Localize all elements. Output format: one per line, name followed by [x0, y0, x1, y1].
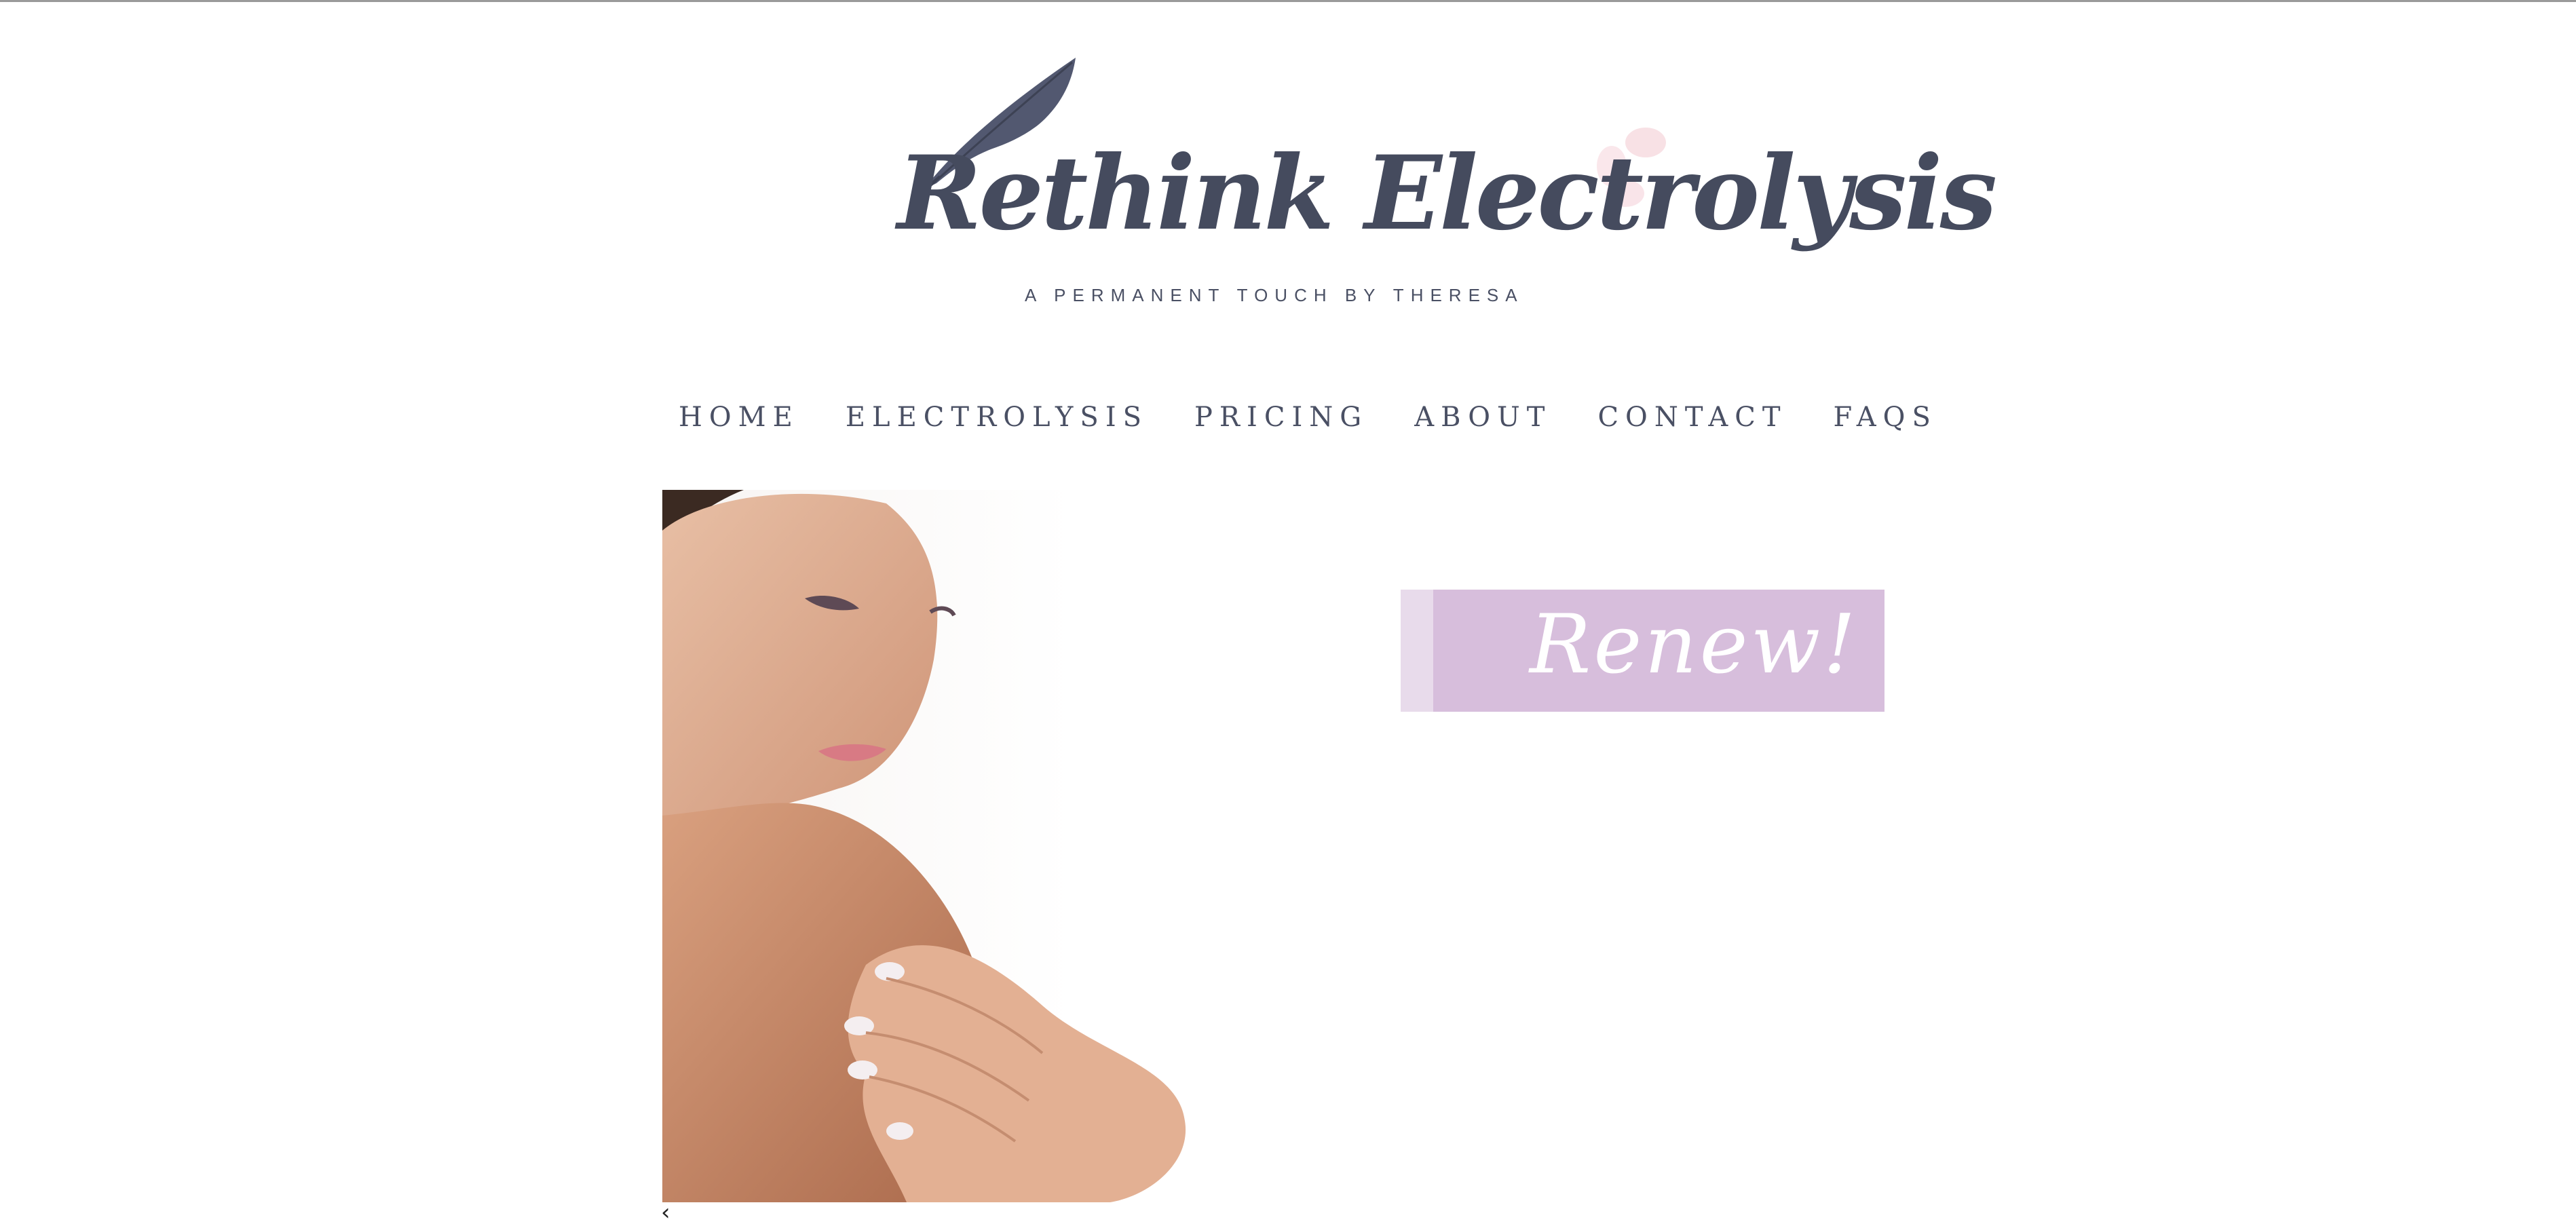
- nav-contact[interactable]: CONTACT: [1597, 402, 1787, 433]
- renew-banner: Renew!: [1401, 590, 1884, 712]
- page: Rethink Electrolysis A PERMANENT TOUCH B…: [0, 0, 2576, 1224]
- nav-electrolysis[interactable]: ELECTROLYSIS: [846, 402, 1148, 433]
- banner-stripe: [1401, 590, 1433, 712]
- logo-tagline: A PERMANENT TOUCH BY THERESA: [1025, 285, 1524, 305]
- nav-home[interactable]: HOME: [679, 402, 799, 433]
- top-border: [0, 0, 2576, 2]
- logo-title: Rethink Electrolysis: [897, 134, 1997, 253]
- renew-text: Renew!: [1530, 598, 1859, 692]
- site-logo[interactable]: Rethink Electrolysis A PERMANENT TOUCH B…: [882, 54, 1997, 319]
- main-nav: HOME ELECTROLYSIS PRICING ABOUT CONTACT …: [679, 397, 1937, 438]
- carousel-prev-button[interactable]: ‹: [661, 1201, 670, 1224]
- nav-pricing[interactable]: PRICING: [1194, 402, 1368, 433]
- nav-faqs[interactable]: FAQS: [1834, 402, 1937, 433]
- hero-image: [662, 490, 1249, 1202]
- nav-about[interactable]: ABOUT: [1414, 402, 1551, 433]
